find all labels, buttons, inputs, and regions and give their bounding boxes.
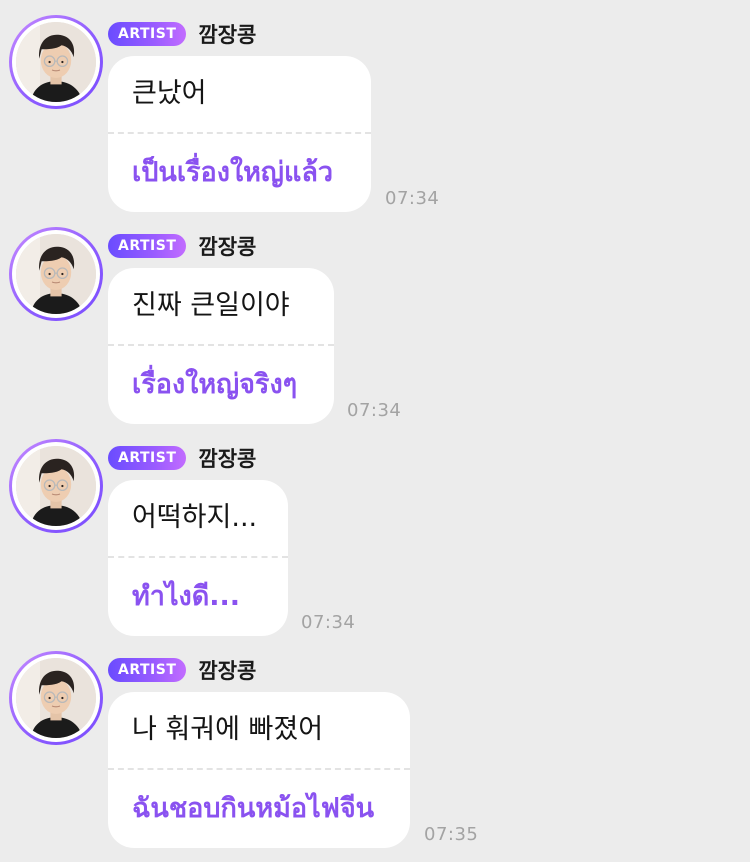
sender-name: 깜장콩 [198,447,257,471]
sender-name: 깜장콩 [198,659,257,683]
translation-divider [108,556,288,558]
message-timestamp: 07:34 [301,612,356,633]
artist-badge: ARTIST [108,234,187,258]
chat-message: ARTIST 깜장콩 큰났어 เป็นเรื่องใหญ่แล้ว 07:34 [0,14,750,226]
message-text: 큰났어 [132,78,207,109]
message-translation: เป็นเรื่องใหญ่แล้ว [132,157,334,188]
avatar-photo-icon [16,446,96,526]
message-timestamp: 07:35 [424,824,479,845]
message-bubble[interactable]: 나 훠궈에 빠졌어 ฉันชอบกินหม้อไฟจีน [108,692,410,848]
chat-message: ARTIST 깜장콩 어떡하지... ทำไงดี... 07:34 [0,438,750,650]
message-text: 진짜 큰일이야 [132,290,290,321]
avatar[interactable] [9,227,103,321]
translation-divider [108,768,410,770]
message-translation: ฉันชอบกินหม้อไฟจีน [132,793,375,824]
avatar[interactable] [9,651,103,745]
message-translation: เรื่องใหญ่จริงๆ [132,369,298,400]
translation-divider [108,132,371,134]
translation-divider [108,344,334,346]
avatar[interactable] [9,15,103,109]
chat-message-list[interactable]: ARTIST 깜장콩 큰났어 เป็นเรื่องใหญ่แล้ว 07:34 [0,0,750,859]
sender-name: 깜장콩 [198,23,257,47]
artist-badge: ARTIST [108,446,187,470]
avatar-photo-icon [16,22,96,102]
sender-name: 깜장콩 [198,235,257,259]
sender-row: ARTIST 깜장콩 [108,445,256,471]
sender-row: ARTIST 깜장콩 [108,21,256,47]
message-text: 나 훠궈에 빠졌어 [132,714,324,745]
avatar[interactable] [9,439,103,533]
message-text: 어떡하지... [132,502,258,533]
message-bubble[interactable]: 어떡하지... ทำไงดี... [108,480,288,636]
sender-row: ARTIST 깜장콩 [108,233,256,259]
message-timestamp: 07:34 [385,188,440,209]
message-bubble[interactable]: 진짜 큰일이야 เรื่องใหญ่จริงๆ [108,268,334,424]
sender-row: ARTIST 깜장콩 [108,657,256,683]
message-translation: ทำไงดี... [132,581,241,612]
avatar-photo-icon [16,658,96,738]
message-timestamp: 07:34 [347,400,402,421]
message-bubble[interactable]: 큰났어 เป็นเรื่องใหญ่แล้ว [108,56,371,212]
artist-badge: ARTIST [108,658,187,682]
avatar-photo-icon [16,234,96,314]
artist-badge: ARTIST [108,22,187,46]
chat-message: ARTIST 깜장콩 나 훠궈에 빠졌어 ฉันชอบกินหม้อไฟจีน … [0,650,750,862]
chat-message: ARTIST 깜장콩 진짜 큰일이야 เรื่องใหญ่จริงๆ 07:34 [0,226,750,438]
